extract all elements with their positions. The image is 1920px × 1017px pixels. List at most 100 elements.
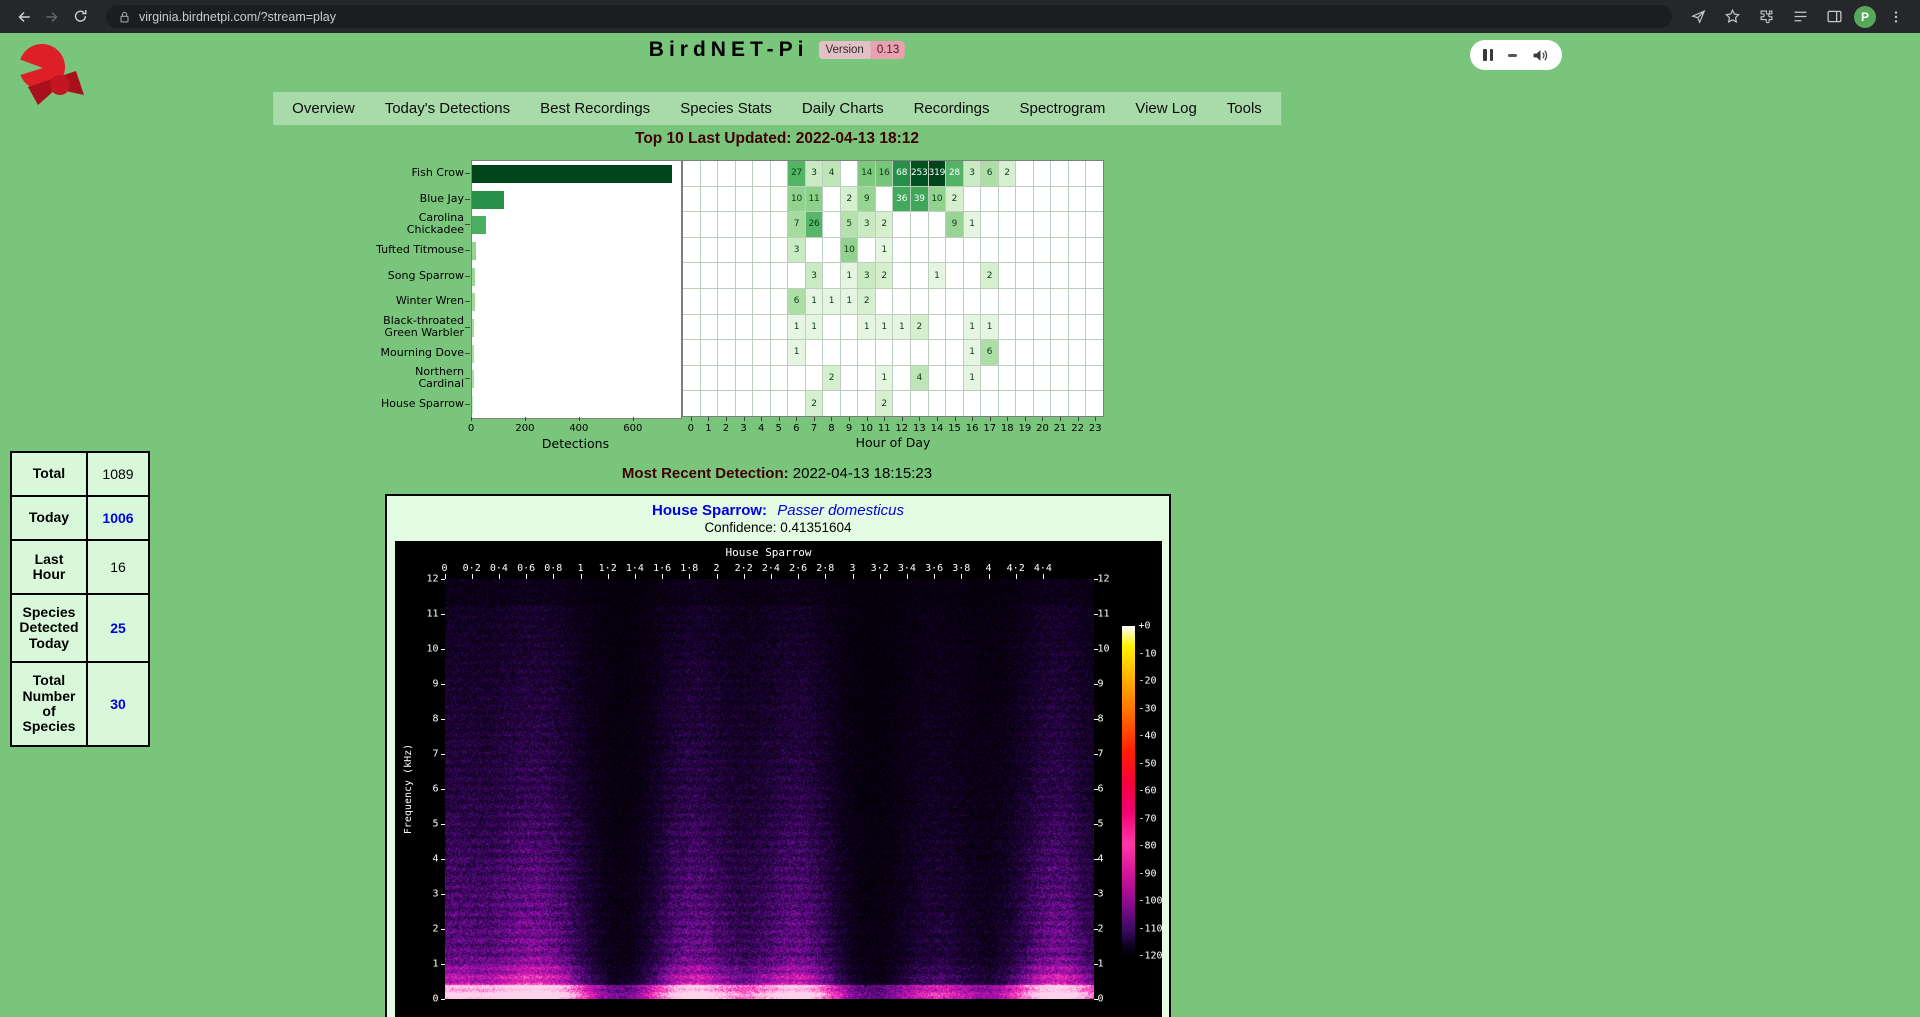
nav-item-daily-charts[interactable]: Daily Charts — [787, 100, 899, 117]
spectrogram-freq-tick-mark — [441, 649, 445, 650]
nav-item-tools[interactable]: Tools — [1212, 100, 1277, 117]
spectrogram-freq-tick-mark — [1094, 894, 1098, 895]
heatmap-cell — [718, 238, 735, 263]
spectrogram-time-tick-mark — [880, 574, 881, 579]
side-panel-button[interactable] — [1820, 3, 1848, 31]
heatmap-cell — [858, 340, 875, 365]
pause-button[interactable] — [1483, 49, 1493, 61]
heatmap-cell: 2 — [999, 161, 1016, 186]
spectrogram-freq-tick-mark — [1094, 964, 1098, 965]
heatmap-cell — [718, 366, 735, 391]
hour-tick-label: 14 — [931, 423, 944, 434]
spectrogram-time-tick: 1·6 — [653, 563, 671, 574]
nav-item-overview[interactable]: Overview — [277, 100, 370, 117]
heatmap-cell: 26 — [806, 212, 823, 237]
heatmap-cell — [753, 340, 770, 365]
heatmap-cell — [718, 340, 735, 365]
url-bar[interactable]: virginia.birdnetpi.com/?stream=play — [106, 5, 1672, 28]
heatmap-cell — [946, 315, 963, 340]
hour-tick-label: 10 — [860, 423, 873, 434]
profile-avatar[interactable]: P — [1854, 6, 1876, 28]
spectrogram-db-tick: -40 — [1139, 731, 1157, 742]
heatmap-cell — [876, 187, 893, 212]
heatmap-cell — [1016, 391, 1033, 416]
bookmark-button[interactable] — [1718, 3, 1746, 31]
spectrogram-time-tick-mark — [744, 574, 745, 579]
heatmap-cell — [981, 366, 998, 391]
nav-item-species-stats[interactable]: Species Stats — [665, 100, 787, 117]
browser-forward-button[interactable] — [38, 3, 66, 31]
heatmap-cell — [1086, 238, 1103, 263]
heatmap-cell — [753, 161, 770, 186]
heatmap-cell — [1051, 212, 1068, 237]
heatmap-cell — [1016, 340, 1033, 365]
hour-tick-label: 23 — [1089, 423, 1102, 434]
hour-tick-mark — [955, 417, 956, 421]
spectrogram-freq-tick: 2 — [1098, 924, 1104, 935]
heatmap-cell — [1016, 289, 1033, 314]
heatmap-cell — [911, 340, 928, 365]
heatmap-cell: 253 — [911, 161, 928, 186]
hour-tick-mark — [779, 417, 780, 421]
bar-carolina-chickadee — [472, 216, 486, 234]
heatmap-cell — [771, 187, 788, 212]
spectrogram-freq-tick-mark — [441, 614, 445, 615]
spectrogram-time-tick: 1·4 — [626, 563, 644, 574]
scientific-name-link[interactable]: Passer domesticus — [777, 502, 904, 519]
heatmap-cell — [841, 315, 858, 340]
browser-menu-button[interactable] — [1882, 3, 1910, 31]
heatmap-cell: 10 — [788, 187, 805, 212]
masthead: BirdNET-Pi Version 0.13 — [649, 38, 905, 62]
audio-player[interactable] — [1470, 40, 1562, 70]
stats-label: Total — [11, 452, 87, 496]
heatmap-cell — [771, 366, 788, 391]
reading-list-button[interactable] — [1786, 3, 1814, 31]
browser-back-button[interactable] — [10, 3, 38, 31]
heatmap-cell: 11 — [806, 187, 823, 212]
stats-label: Total Number of Species — [11, 662, 87, 746]
stats-value[interactable]: 30 — [87, 662, 149, 746]
heatmap-cell — [999, 187, 1016, 212]
nav-item-recordings[interactable]: Recordings — [899, 100, 1005, 117]
heatmap-cell: 10 — [841, 238, 858, 263]
version-badge: Version 0.13 — [818, 41, 905, 59]
nav-item-spectrogram[interactable]: Spectrogram — [1004, 100, 1120, 117]
extensions-button[interactable] — [1752, 3, 1780, 31]
heatmap-cell — [683, 315, 700, 340]
heatmap-cell — [1051, 340, 1068, 365]
volume-button[interactable] — [1532, 48, 1549, 63]
heatmap-cell — [736, 340, 753, 365]
heatmap-cell — [841, 391, 858, 416]
heatmap-cell — [893, 289, 910, 314]
heatmap-cell — [683, 289, 700, 314]
nav-item-today-s-detections[interactable]: Today's Detections — [370, 100, 525, 117]
heatmap-cell: 1 — [876, 366, 893, 391]
hour-tick-label: 0 — [688, 423, 694, 434]
nav-item-view-log[interactable]: View Log — [1120, 100, 1211, 117]
heatmap-cell — [771, 315, 788, 340]
spectrogram-time-tick: 2 — [713, 563, 719, 574]
stats-value[interactable]: 1006 — [87, 496, 149, 540]
heatmap-cell: 1 — [788, 340, 805, 365]
hour-tick-label: 5 — [776, 423, 782, 434]
spectrogram-time-tick: 4·2 — [1007, 563, 1025, 574]
heatmap-cell — [771, 212, 788, 237]
birdnetpi-logo[interactable] — [8, 41, 90, 113]
stats-value[interactable]: 25 — [87, 594, 149, 662]
heatmap-cell: 9 — [946, 212, 963, 237]
species-link[interactable]: House Sparrow: — [652, 502, 767, 519]
seek-handle[interactable] — [1508, 54, 1517, 57]
heatmap-cell — [929, 340, 946, 365]
spectrogram-db-tick: -60 — [1139, 786, 1157, 797]
heatmap-cell — [701, 212, 718, 237]
browser-reload-button[interactable] — [66, 3, 94, 31]
heatmap-cell — [753, 315, 770, 340]
bar-xtick-label: 0 — [468, 423, 474, 434]
spectrogram-freq-tick: 4 — [432, 854, 438, 865]
bar-song-sparrow — [472, 268, 475, 286]
spectrogram-freq-tick: 11 — [426, 609, 438, 620]
hour-tick-label: 18 — [1001, 423, 1014, 434]
heatmap-cell — [1069, 289, 1086, 314]
send-page-button[interactable] — [1684, 3, 1712, 31]
nav-item-best-recordings[interactable]: Best Recordings — [525, 100, 665, 117]
